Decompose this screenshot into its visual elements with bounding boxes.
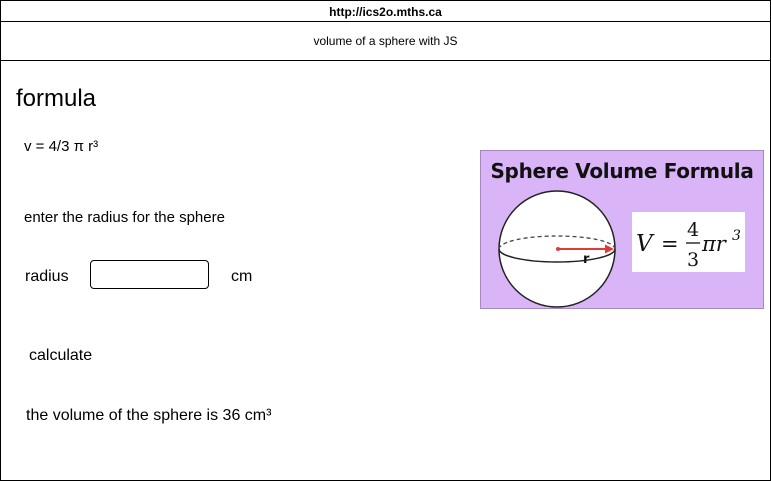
page-title-bar: volume of a sphere with JS	[1, 22, 770, 61]
sphere-diagram-icon: r	[498, 190, 616, 308]
instructions-text: enter the radius for the sphere	[24, 209, 225, 226]
radius-marker-label: r	[583, 252, 590, 267]
calculate-button[interactable]: calculate	[29, 347, 92, 365]
formula-text: v = 4/3 π r³	[24, 138, 99, 155]
result-text: the volume of the sphere is 36 cm³	[26, 407, 272, 424]
sphere-formula-image: Sphere Volume Formula r V = 4 3 πr 3	[480, 150, 764, 309]
volume-equation: V = 4 3 πr 3	[636, 219, 741, 271]
page-title: volume of a sphere with JS	[313, 34, 458, 48]
formula-heading: formula	[16, 85, 97, 112]
formula-equation-box: V = 4 3 πr 3	[632, 212, 745, 272]
url-text: http://ics2o.mths.ca	[329, 5, 442, 19]
radius-label: radius	[25, 268, 69, 285]
formula-image-title: Sphere Volume Formula	[490, 159, 754, 183]
radius-input[interactable]	[90, 260, 209, 289]
unit-label: cm	[231, 268, 253, 285]
equation-exponent: 3	[732, 228, 741, 244]
radius-center-dot	[556, 247, 560, 251]
page-frame: http://ics2o.mths.ca volume of a sphere …	[0, 0, 771, 481]
equation-denominator: 3	[687, 249, 699, 271]
equation-lhs: V	[636, 231, 655, 257]
equation-equals: =	[661, 232, 679, 256]
equation-numerator: 4	[687, 219, 699, 241]
equation-pi-r: πr	[701, 232, 728, 256]
url-bar: http://ics2o.mths.ca	[1, 1, 770, 22]
